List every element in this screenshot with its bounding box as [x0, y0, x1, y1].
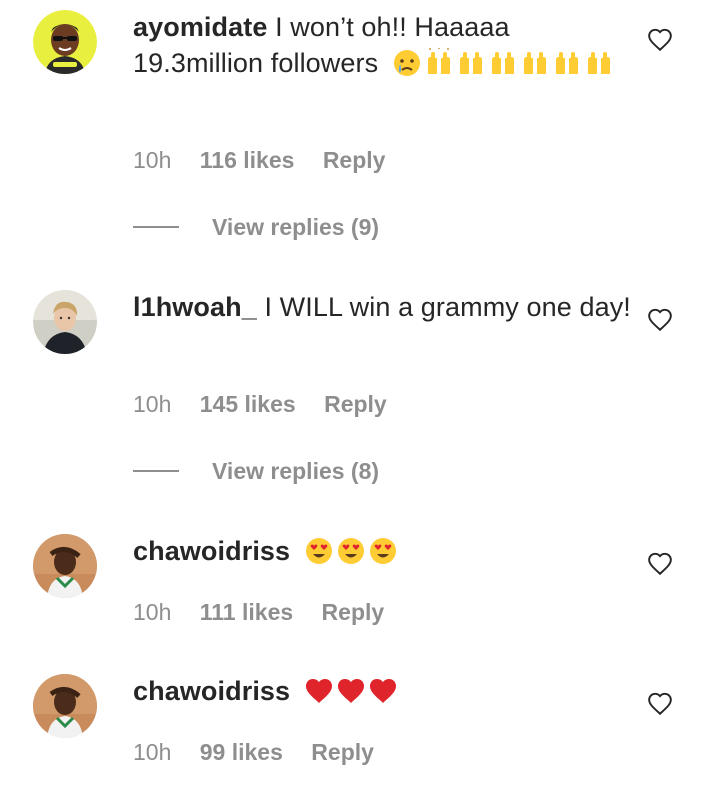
comment-text: I WILL win a grammy one day!	[264, 292, 631, 322]
comment-body: chawoidriss	[133, 533, 633, 569]
raising-hands-emoji	[552, 48, 582, 78]
red-heart-emoji	[336, 676, 366, 706]
raising-hands-emoji	[456, 48, 486, 78]
likes-count[interactable]: 111 likes	[200, 599, 293, 625]
raising-hands-emoji	[584, 48, 614, 78]
comment-time: 10h	[133, 391, 172, 417]
reply-button[interactable]: Reply	[324, 391, 387, 417]
raising-hands-emoji	[488, 48, 518, 78]
red-heart-emoji	[368, 676, 398, 706]
view-replies-button[interactable]: View replies (8)	[133, 456, 379, 486]
reply-button[interactable]: Reply	[311, 739, 374, 765]
comment-meta: 10h 111 likes Reply	[133, 598, 384, 626]
like-heart-icon[interactable]	[647, 27, 673, 53]
comment-body: ayomidate I won’t oh!! Haaaaa 19.3millio…	[133, 9, 633, 81]
comment-username[interactable]: ayomidate	[133, 12, 267, 42]
heart-eyes-emoji	[304, 536, 334, 566]
comment-body: l1hwoah_ I WILL win a grammy one day!	[133, 289, 633, 325]
comment-meta: 10h 99 likes Reply	[133, 738, 374, 766]
avatar[interactable]	[33, 10, 97, 74]
like-heart-icon[interactable]	[647, 551, 673, 577]
reply-button[interactable]: Reply	[322, 599, 385, 625]
raising-hands-emoji	[520, 48, 550, 78]
reply-button[interactable]: Reply	[323, 147, 386, 173]
comment-username[interactable]: l1hwoah_	[133, 292, 257, 322]
divider	[133, 226, 179, 228]
comment-time: 10h	[133, 739, 172, 765]
divider	[133, 470, 179, 472]
comment-body: chawoidriss	[133, 673, 633, 709]
comment-username[interactable]: chawoidriss	[133, 676, 290, 706]
like-heart-icon[interactable]	[647, 307, 673, 333]
raising-hands-emoji	[424, 48, 454, 78]
likes-count[interactable]: 99 likes	[200, 739, 283, 765]
emoji-group	[304, 676, 398, 706]
comment-meta: 10h 116 likes Reply	[133, 146, 385, 174]
comment-time: 10h	[133, 599, 172, 625]
view-replies-button[interactable]: View replies (9)	[133, 212, 379, 242]
red-heart-emoji	[304, 676, 334, 706]
heart-eyes-emoji	[368, 536, 398, 566]
emoji-group	[392, 48, 614, 78]
likes-count[interactable]: 145 likes	[200, 391, 296, 417]
likes-count[interactable]: 116 likes	[200, 147, 295, 173]
heart-eyes-emoji	[336, 536, 366, 566]
avatar[interactable]	[33, 534, 97, 598]
comment-username[interactable]: chawoidriss	[133, 536, 290, 566]
emoji-group	[304, 536, 398, 566]
comment-time: 10h	[133, 147, 172, 173]
view-replies-label: View replies (8)	[212, 457, 380, 484]
crying-face-emoji	[392, 48, 422, 78]
avatar[interactable]	[33, 674, 97, 738]
comment-meta: 10h 145 likes Reply	[133, 390, 387, 418]
like-heart-icon[interactable]	[647, 691, 673, 717]
avatar[interactable]	[33, 290, 97, 354]
view-replies-label: View replies (9)	[212, 213, 380, 240]
